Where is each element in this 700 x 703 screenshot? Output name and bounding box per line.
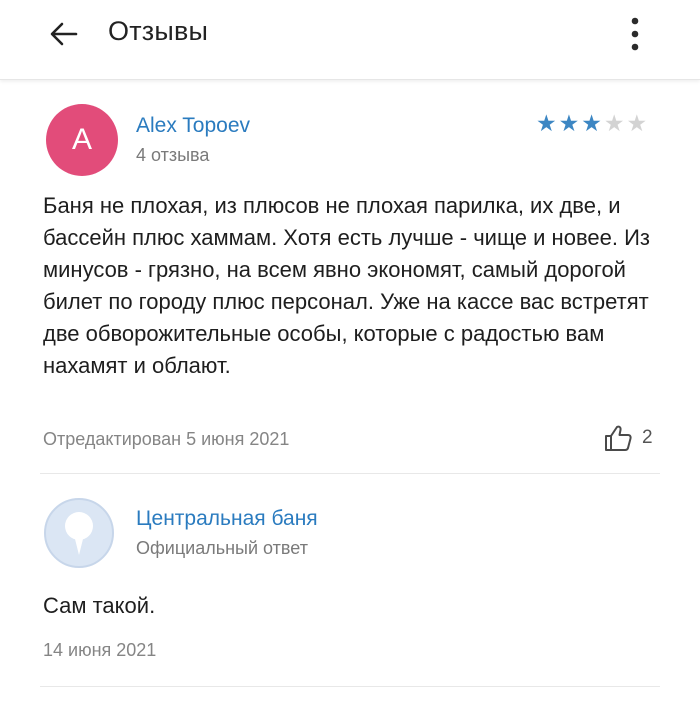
reviewer-name[interactable]: Alex Topoev [136,114,250,138]
reviewer-review-count: 4 отзыва [136,145,210,165]
star-icon: ★ [626,110,648,136]
organization-avatar[interactable] [44,498,114,568]
star-icon: ★ [581,110,602,136]
app-bar: Отзывы [0,0,700,80]
map-pin-icon [65,512,93,555]
like-button[interactable] [603,424,633,452]
more-vertical-icon [631,17,639,51]
more-options-button[interactable] [620,12,650,56]
organization-name[interactable]: Центральная баня [136,507,318,531]
reply-text: Сам такой. [43,593,156,618]
star-icon: ★ [536,110,557,136]
back-button[interactable] [44,14,84,54]
reviewer-avatar[interactable]: A [46,104,118,176]
arrow-left-icon [50,22,78,46]
divider [40,686,660,687]
rating-stars: ★ ★ ★ ★ ★ [536,112,647,135]
star-icon: ★ [558,110,580,136]
like-count: 2 [642,427,653,448]
page-title: Отзывы [108,16,209,46]
official-reply-label: Официальный ответ [136,538,308,558]
star-icon: ★ [603,110,625,136]
thumbs-up-icon [605,425,632,451]
reply-date: 14 июня 2021 [43,640,157,660]
review-date: Отредактирован 5 июня 2021 [43,429,290,449]
divider [40,473,660,474]
review-text: Баня не плохая, из плюсов не плохая пари… [43,193,650,378]
